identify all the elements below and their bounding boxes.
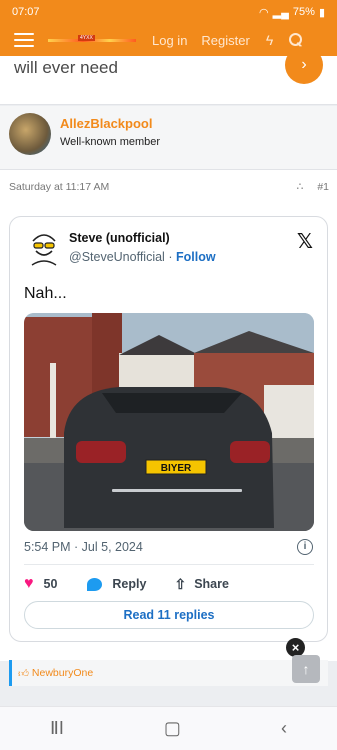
heart-icon[interactable]: ♥	[24, 575, 34, 593]
signal-icon: ▂▄	[272, 6, 289, 19]
menu-icon[interactable]	[14, 33, 34, 47]
status-icons: ◠ ▂▄ 75% ▮	[259, 6, 325, 19]
tweet-avatar[interactable]	[24, 227, 64, 267]
forum-post: AllezBlackpool Well-known member Saturda…	[0, 106, 337, 661]
battery-level: 75%	[292, 6, 315, 18]
previous-post: will ever need ›	[0, 46, 337, 105]
wifi-icon: ◠	[259, 6, 269, 19]
battery-icon: ▮	[318, 6, 325, 19]
post-number[interactable]: #1	[317, 181, 329, 193]
follow-button[interactable]: Follow	[176, 250, 216, 264]
android-nav-bar: ⅡI ▢ ‹	[0, 706, 337, 750]
home-icon[interactable]: ▢	[164, 718, 181, 739]
tweet-author-name[interactable]: Steve (unofficial)	[69, 231, 170, 245]
arrow-icon[interactable]: ›	[285, 46, 323, 84]
top-bar: 07:07 ◠ ▂▄ 75% ▮ 4YXX Log in Register ϟ	[0, 0, 337, 60]
whats-new-icon[interactable]: ϟ	[266, 32, 273, 48]
back-icon[interactable]: ‹	[281, 718, 287, 739]
avatar[interactable]	[9, 113, 51, 155]
tweet-handle-separator: ·	[168, 250, 173, 264]
recents-icon[interactable]: ⅡI	[50, 718, 64, 739]
share-icon[interactable]: ∴	[297, 181, 304, 193]
author-username[interactable]: AllezBlackpool	[60, 116, 152, 131]
site-logo[interactable]: 4YXX	[48, 35, 136, 45]
tweet-photo[interactable]: BIYER	[24, 313, 314, 531]
status-bar: 07:07 ◠ ▂▄ 75% ▮	[12, 4, 325, 20]
tweet-timestamp[interactable]: 5:54 PM · Jul 5, 2024	[24, 540, 143, 554]
reactions-bar: 👍︎ NewburyOne	[9, 660, 328, 686]
status-time: 07:07	[12, 6, 40, 18]
login-link[interactable]: Log in	[152, 33, 187, 48]
tweet-text: Nah...	[24, 285, 67, 302]
info-icon[interactable]: i	[297, 539, 313, 555]
reply-button[interactable]: Reply	[112, 577, 146, 591]
search-icon[interactable]	[289, 33, 303, 47]
tweet-handle-line: @SteveUnofficial · Follow	[69, 250, 216, 264]
embedded-tweet: Steve (unofficial) @SteveUnofficial · Fo…	[9, 216, 328, 642]
thumbs-up-icon: 👍︎	[18, 667, 29, 680]
like-count[interactable]: 50	[44, 577, 58, 591]
post-meta: Saturday at 11:17 AM ∴ #1	[9, 181, 329, 193]
scroll-top-icon[interactable]: ↑	[292, 655, 320, 683]
author-role: Well-known member	[60, 136, 161, 148]
share-button[interactable]: Share	[194, 577, 229, 591]
previous-post-text: will ever need	[14, 58, 118, 77]
post-date[interactable]: Saturday at 11:17 AM	[9, 181, 109, 193]
post-author-block: AllezBlackpool Well-known member	[0, 106, 337, 170]
x-logo-icon[interactable]: 𝕏	[297, 229, 313, 253]
tweet-actions: ♥ 50 Reply ⇧ Share	[24, 574, 314, 594]
tweet-handle[interactable]: @SteveUnofficial	[69, 250, 165, 264]
reply-icon[interactable]	[87, 577, 103, 591]
register-link[interactable]: Register	[201, 33, 249, 48]
site-nav: 4YXX Log in Register ϟ	[0, 24, 337, 56]
read-replies-button[interactable]: Read 11 replies	[24, 601, 314, 629]
licence-plate: BIYER	[161, 463, 192, 474]
reaction-user[interactable]: NewburyOne	[32, 667, 93, 679]
upload-icon[interactable]: ⇧	[174, 576, 186, 593]
tweet-divider	[24, 564, 314, 565]
